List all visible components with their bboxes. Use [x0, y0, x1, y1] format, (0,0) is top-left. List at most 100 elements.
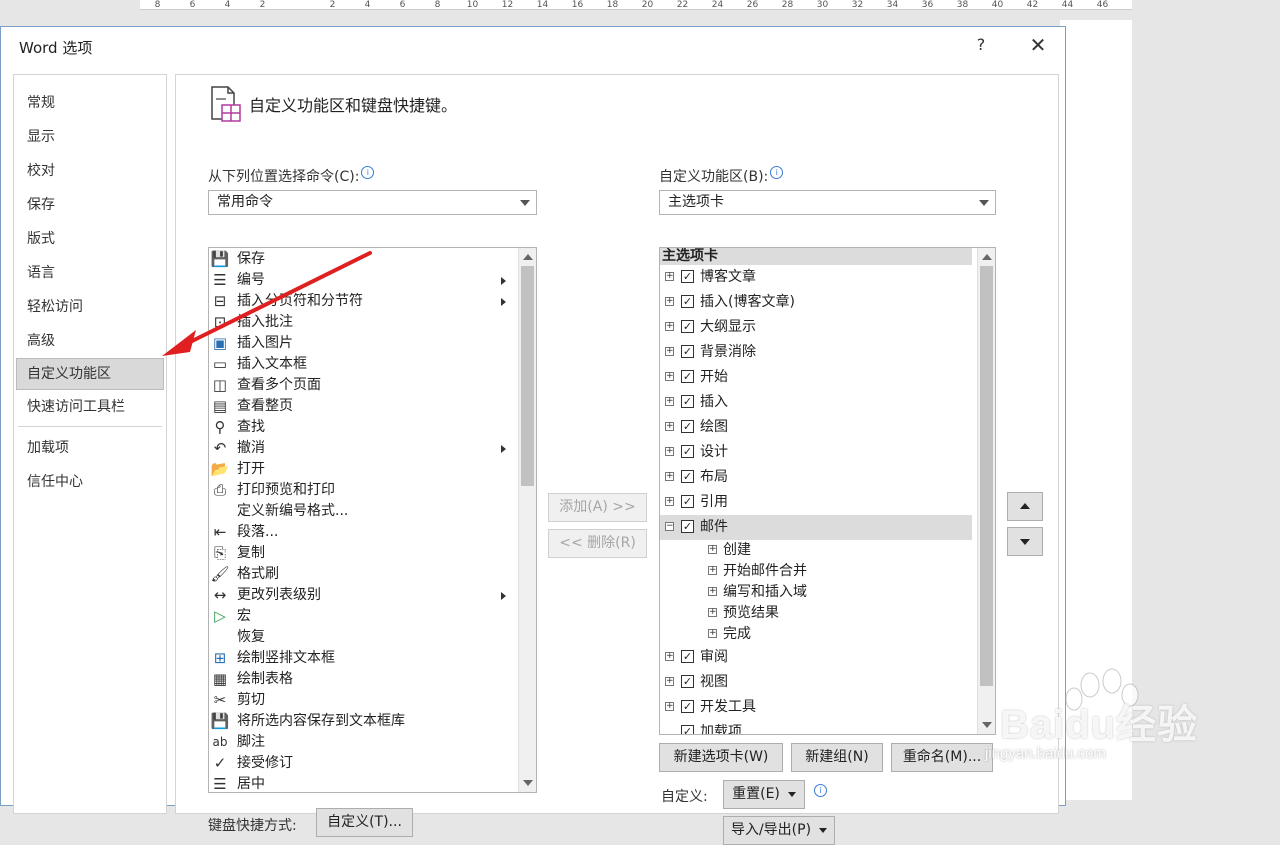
commands-scrollbar[interactable]	[518, 248, 536, 792]
tabs-scrollbar[interactable]	[977, 248, 995, 734]
command-item[interactable]: 定义新编号格式...	[209, 501, 509, 522]
nav-item[interactable]: 常规	[14, 86, 166, 120]
tab-checkbox[interactable]: ✓	[681, 725, 694, 734]
tree-tab-item[interactable]: + ✓ 布局	[660, 465, 972, 490]
expand-icon[interactable]: +	[665, 652, 674, 661]
tree-tab-item[interactable]: + ✓ 插入(博客文章)	[660, 290, 972, 315]
scroll-thumb[interactable]	[521, 266, 534, 486]
expand-icon[interactable]: +	[665, 677, 674, 686]
nav-item[interactable]: 校对	[14, 154, 166, 188]
close-button[interactable]: ✕	[1027, 35, 1049, 57]
tree-tab-item[interactable]: + ✓ 大纲显示	[660, 315, 972, 340]
nav-item[interactable]: 显示	[14, 120, 166, 154]
nav-item-customize-ribbon[interactable]: 自定义功能区	[16, 358, 164, 390]
tab-checkbox[interactable]: ✓	[681, 650, 694, 663]
command-item[interactable]: ⚲ 查找	[209, 417, 509, 438]
expand-icon[interactable]: +	[708, 545, 717, 554]
command-item[interactable]: ⎙ 打印预览和打印	[209, 480, 509, 501]
command-item[interactable]: ▣ 插入图片	[209, 333, 509, 354]
move-up-button[interactable]	[1007, 492, 1043, 521]
ribbon-tabs-tree[interactable]: 主选项卡 + ✓ 博客文章 + ✓ 插入(博客文章) + ✓ 大纲显示 + ✓ 背景消除 + ✓ 开始 + ✓ 插…	[659, 247, 996, 735]
move-down-button[interactable]	[1007, 527, 1043, 556]
command-item[interactable]: 💾 将所选内容保存到文本框库	[209, 711, 509, 732]
expand-icon[interactable]: +	[665, 397, 674, 406]
tree-tab-item[interactable]: + ✓ 插入	[660, 390, 972, 415]
command-item[interactable]: ☰ 居中	[209, 774, 509, 792]
command-item[interactable]: ⊞ 绘制竖排文本框	[209, 648, 509, 669]
reset-button[interactable]: 重置(E)	[723, 780, 805, 809]
expand-icon[interactable]: +	[708, 566, 717, 575]
command-item[interactable]: 🖌 格式刷	[209, 564, 509, 585]
command-item[interactable]: ▦ 绘制表格	[209, 669, 509, 690]
expand-icon[interactable]: +	[665, 447, 674, 456]
command-item[interactable]: 💾 保存	[209, 249, 509, 270]
tab-checkbox[interactable]: ✓	[681, 270, 694, 283]
customize-ribbon-dropdown[interactable]: 主选项卡	[659, 190, 996, 215]
tree-tab-item[interactable]: + ✓ 开发工具	[660, 695, 972, 720]
tree-tab-item[interactable]: + ✓ 背景消除	[660, 340, 972, 365]
tab-checkbox[interactable]: ✓	[681, 395, 694, 408]
command-item[interactable]: ⎘ 复制	[209, 543, 509, 564]
nav-item[interactable]: 信任中心	[14, 465, 166, 499]
command-item[interactable]: 📂 打开	[209, 459, 509, 480]
nav-item[interactable]: 加载项	[14, 431, 166, 465]
tree-tab-item[interactable]: ✓ 加载项	[660, 720, 972, 734]
tree-tab-item[interactable]: + ✓ 开始	[660, 365, 972, 390]
tree-tab-item[interactable]: + ✓ 绘图	[660, 415, 972, 440]
help-button[interactable]: ?	[971, 35, 991, 57]
command-item[interactable]: ab 脚注	[209, 732, 509, 753]
tree-tab-item[interactable]: + ✓ 博客文章	[660, 265, 972, 290]
scroll-down-icon[interactable]	[982, 722, 992, 728]
command-item[interactable]: ▤ 查看整页	[209, 396, 509, 417]
expand-icon[interactable]: +	[665, 372, 674, 381]
command-item[interactable]: ⊟ 插入分页符和分节符	[209, 291, 509, 312]
expand-icon[interactable]: +	[665, 702, 674, 711]
command-item[interactable]: ▭ 插入文本框	[209, 354, 509, 375]
tree-group-item[interactable]: + 创建	[660, 540, 972, 561]
tree-tab-item[interactable]: + ✓ 引用	[660, 490, 972, 515]
nav-item[interactable]: 高级	[14, 324, 166, 358]
command-item[interactable]: ↔ 更改列表级别	[209, 585, 509, 606]
customize-shortcut-button[interactable]: 自定义(T)...	[316, 808, 413, 837]
commands-list[interactable]: 💾 保存 ☰ 编号 ⊟ 插入分页符和分节符 ⊡ 插入批注 ▣ 插入图片 ▭ 插入文本框 ◫ 查看多个页面 ▤…	[208, 247, 537, 793]
expand-icon[interactable]: +	[665, 422, 674, 431]
tree-tab-item[interactable]: + ✓ 审阅	[660, 645, 972, 670]
scroll-thumb[interactable]	[980, 266, 993, 686]
tab-checkbox[interactable]: ✓	[681, 420, 694, 433]
expand-icon[interactable]: +	[708, 629, 717, 638]
nav-item[interactable]: 快速访问工具栏	[14, 390, 166, 424]
tree-tab-item[interactable]: + ✓ 设计	[660, 440, 972, 465]
command-item[interactable]: 恢复	[209, 627, 509, 648]
scroll-up-icon[interactable]	[982, 254, 992, 260]
import-export-button[interactable]: 导入/导出(P)	[723, 816, 835, 845]
collapse-icon[interactable]: −	[665, 522, 674, 531]
tab-checkbox[interactable]: ✓	[681, 470, 694, 483]
expand-icon[interactable]: +	[665, 472, 674, 481]
remove-button[interactable]: << 删除(R)	[548, 529, 647, 558]
tab-checkbox[interactable]: ✓	[681, 295, 694, 308]
command-item[interactable]: ▷ 宏	[209, 606, 509, 627]
tab-checkbox[interactable]: ✓	[681, 370, 694, 383]
nav-item[interactable]: 语言	[14, 256, 166, 290]
add-button[interactable]: 添加(A) >>	[548, 493, 647, 522]
tab-checkbox[interactable]: ✓	[681, 700, 694, 713]
tree-group-item[interactable]: + 开始邮件合并	[660, 561, 972, 582]
new-group-button[interactable]: 新建组(N)	[791, 743, 883, 772]
tab-checkbox[interactable]: ✓	[681, 345, 694, 358]
expand-icon[interactable]: +	[665, 272, 674, 281]
expand-icon[interactable]: +	[708, 587, 717, 596]
new-tab-button[interactable]: 新建选项卡(W)	[659, 743, 783, 772]
tab-checkbox[interactable]: ✓	[681, 445, 694, 458]
expand-icon[interactable]: +	[665, 297, 674, 306]
expand-icon[interactable]: +	[665, 322, 674, 331]
tab-checkbox[interactable]: ✓	[681, 520, 694, 533]
nav-item[interactable]: 轻松访问	[14, 290, 166, 324]
nav-item[interactable]: 保存	[14, 188, 166, 222]
command-item[interactable]: ☰ 编号	[209, 270, 509, 291]
expand-icon[interactable]: +	[665, 347, 674, 356]
tab-checkbox[interactable]: ✓	[681, 675, 694, 688]
tree-tab-item[interactable]: + ✓ 视图	[660, 670, 972, 695]
tree-group-item[interactable]: + 预览结果	[660, 603, 972, 624]
command-item[interactable]: ◫ 查看多个页面	[209, 375, 509, 396]
expand-icon[interactable]: +	[665, 497, 674, 506]
